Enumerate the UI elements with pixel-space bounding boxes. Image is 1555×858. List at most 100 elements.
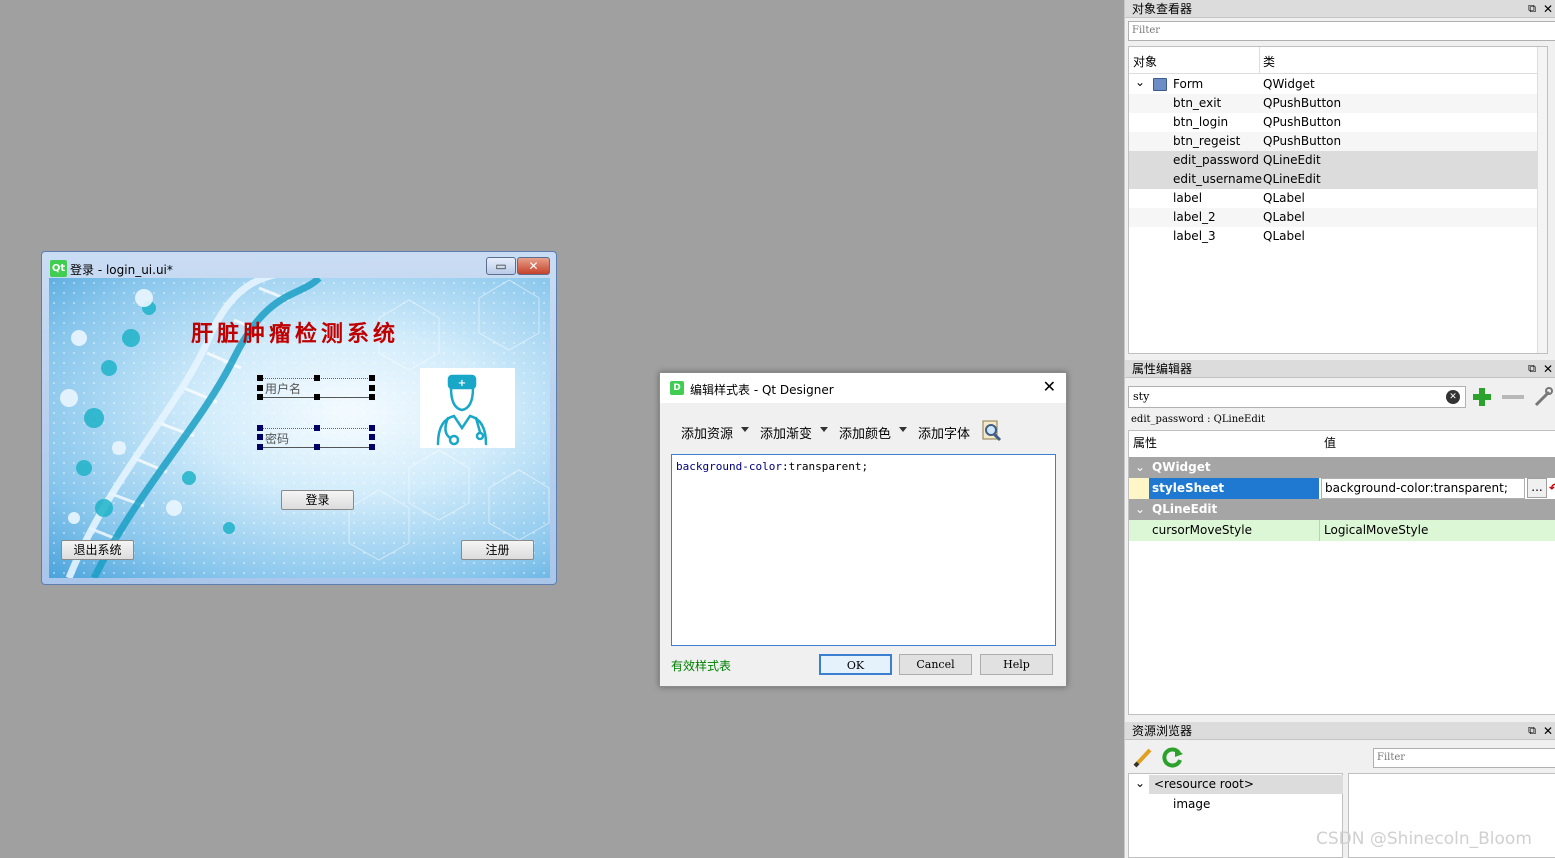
close-icon[interactable]: ✕ [1543, 360, 1553, 378]
right-dock-panels: 对象查看器 ⧉ ✕ Filter 对象 类 ⌄ Form QWidget btn_ex… [1124, 0, 1555, 858]
chevron-down-icon[interactable] [741, 427, 749, 432]
stylesheet-text-editor[interactable]: background-color:transparent; [671, 454, 1056, 646]
object-tree[interactable]: 对象 类 ⌄ Form QWidget btn_exit QPushButton btn_… [1128, 46, 1548, 354]
form-window-title: 登录 - login_ui.ui* [70, 263, 173, 277]
property-search-input[interactable]: sty ✕ [1128, 386, 1466, 408]
column-header-property[interactable]: 属性 [1133, 433, 1157, 454]
column-header-object[interactable]: 对象 [1133, 53, 1157, 70]
form-preview-window[interactable]: Qt 登录 - login_ui.ui* ▭ ✕ 肝脏肿瘤检测系统 用户名 密码… [41, 251, 557, 585]
ellipsis-button[interactable]: ... [1527, 478, 1547, 498]
object-tree-row[interactable]: label_2 QLabel [1129, 208, 1547, 227]
object-name: edit_password [1173, 153, 1260, 167]
cancel-button[interactable]: Cancel [899, 654, 972, 675]
chevron-down-icon[interactable] [820, 427, 828, 432]
object-name: btn_regeist [1173, 134, 1241, 148]
minimize-button[interactable]: ▭ [486, 257, 516, 275]
float-icon[interactable]: ⧉ [1528, 360, 1536, 378]
column-header-value[interactable]: 值 [1324, 433, 1336, 454]
register-button[interactable]: 注册 [461, 540, 534, 560]
selection-handle[interactable] [369, 425, 375, 431]
property-row-cursormovestyle[interactable]: cursorMoveStyle LogicalMoveStyle [1129, 520, 1555, 541]
selection-handle[interactable] [369, 394, 375, 400]
stylesheet-value-field[interactable]: background-color:transparent; [1321, 478, 1525, 499]
close-icon[interactable]: ✕ [1543, 0, 1553, 18]
object-inspector-titlebar[interactable]: 对象查看器 ⧉ ✕ [1125, 0, 1555, 18]
object-name: label_3 [1173, 229, 1216, 243]
float-icon[interactable]: ⧉ [1528, 0, 1536, 18]
object-class: QLineEdit [1263, 153, 1321, 167]
resource-root-item[interactable]: <resource root> [1154, 777, 1254, 791]
clear-search-icon[interactable]: ✕ [1446, 390, 1460, 404]
close-button[interactable]: ✕ [517, 257, 550, 275]
add-font-menu[interactable]: 添加字体 [918, 423, 970, 442]
object-filter-input[interactable]: Filter [1128, 21, 1555, 41]
group-row-qlineedit[interactable]: ⌄ QLineEdit [1129, 499, 1555, 520]
add-property-icon[interactable] [1471, 386, 1493, 408]
reload-icon[interactable] [1162, 746, 1184, 768]
exit-button[interactable]: 退出系统 [61, 540, 134, 560]
login-button[interactable]: 登录 [281, 490, 354, 510]
selection-handle[interactable] [257, 385, 263, 391]
add-resource-menu[interactable]: 添加资源 [681, 423, 733, 442]
property-row-stylesheet[interactable]: styleSheet background-color:transparent;… [1129, 478, 1555, 499]
object-tree-row[interactable]: label_3 QLabel [1129, 227, 1547, 246]
property-name[interactable]: styleSheet [1149, 478, 1319, 499]
reset-icon[interactable]: ↶ [1549, 478, 1555, 499]
add-gradient-menu[interactable]: 添加渐变 [760, 423, 812, 442]
form-canvas[interactable]: 肝脏肿瘤检测系统 用户名 密码 + 登录 退出系统 注册 [49, 278, 550, 578]
selection-handle[interactable] [314, 375, 320, 381]
chevron-down-icon[interactable]: ⌄ [1135, 457, 1145, 478]
help-button[interactable]: Help [980, 654, 1053, 675]
float-icon[interactable]: ⧉ [1528, 722, 1536, 740]
close-icon[interactable]: ✕ [1543, 722, 1553, 740]
edit-stylesheet-dialog[interactable]: D 编辑样式表 - Qt Designer ✕ 添加资源 添加渐变 添加颜色 添… [659, 372, 1067, 687]
tree-scrollbar[interactable] [1537, 47, 1547, 353]
group-row-qwidget[interactable]: ⌄ QWidget [1129, 457, 1555, 478]
designer-logo-icon: D [670, 381, 684, 395]
dialog-titlebar[interactable]: D 编辑样式表 - Qt Designer ✕ [660, 373, 1066, 403]
object-class: QPushButton [1263, 115, 1342, 129]
selection-handle[interactable] [314, 444, 320, 450]
resource-browser-titlebar[interactable]: 资源浏览器 ⧉ ✕ [1125, 722, 1555, 740]
selection-handle[interactable] [369, 375, 375, 381]
chevron-down-icon[interactable]: ⌄ [1135, 776, 1145, 790]
selection-handle[interactable] [257, 394, 263, 400]
object-tree-row[interactable]: btn_login QPushButton [1129, 113, 1547, 132]
close-icon[interactable]: ✕ [1043, 377, 1056, 396]
property-editor-titlebar[interactable]: 属性编辑器 ⧉ ✕ [1125, 360, 1555, 378]
add-color-menu[interactable]: 添加颜色 [839, 423, 891, 442]
object-tree-row[interactable]: label QLabel [1129, 189, 1547, 208]
selection-handle[interactable] [314, 425, 320, 431]
selection-handle[interactable] [314, 394, 320, 400]
ok-button[interactable]: OK [819, 654, 892, 675]
remove-property-icon[interactable] [1502, 395, 1524, 399]
property-value[interactable]: LogicalMoveStyle [1324, 520, 1428, 541]
object-tree-row[interactable]: btn_exit QPushButton [1129, 94, 1547, 113]
selection-handle[interactable] [369, 434, 375, 440]
selection-handle[interactable] [369, 385, 375, 391]
property-table[interactable]: 属性 值 ⌄ QWidget styleSheet background-col… [1128, 430, 1555, 715]
wrench-icon[interactable] [1532, 386, 1554, 408]
property-name[interactable]: cursorMoveStyle [1152, 520, 1252, 541]
selection-handle[interactable] [257, 434, 263, 440]
resource-tree[interactable]: ⌄ <resource root> image [1128, 773, 1343, 858]
form-titlebar[interactable]: Qt 登录 - login_ui.ui* ▭ ✕ [42, 252, 556, 278]
resource-filter-input[interactable]: Filter [1373, 748, 1555, 768]
selection-handle[interactable] [257, 375, 263, 381]
object-tree-row[interactable]: ⌄ Form QWidget [1129, 75, 1547, 94]
chevron-down-icon[interactable]: ⌄ [1135, 499, 1145, 520]
edit-resources-icon[interactable] [1132, 746, 1154, 768]
object-tree-row[interactable]: edit_username QLineEdit [1129, 170, 1547, 189]
object-tree-row[interactable]: btn_regeist QPushButton [1129, 132, 1547, 151]
selection-handle[interactable] [369, 444, 375, 450]
column-header-class[interactable]: 类 [1263, 53, 1275, 70]
object-tree-row[interactable]: edit_password QLineEdit [1129, 151, 1547, 170]
selection-handle[interactable] [257, 425, 263, 431]
resource-image-item[interactable]: image [1173, 797, 1210, 811]
object-class: QWidget [1263, 77, 1315, 91]
qt-logo-icon: Qt [50, 260, 67, 277]
chevron-down-icon[interactable] [899, 427, 907, 432]
selection-handle[interactable] [257, 444, 263, 450]
preview-magnifier-icon[interactable] [980, 419, 1004, 443]
chevron-down-icon[interactable]: ⌄ [1135, 73, 1145, 92]
